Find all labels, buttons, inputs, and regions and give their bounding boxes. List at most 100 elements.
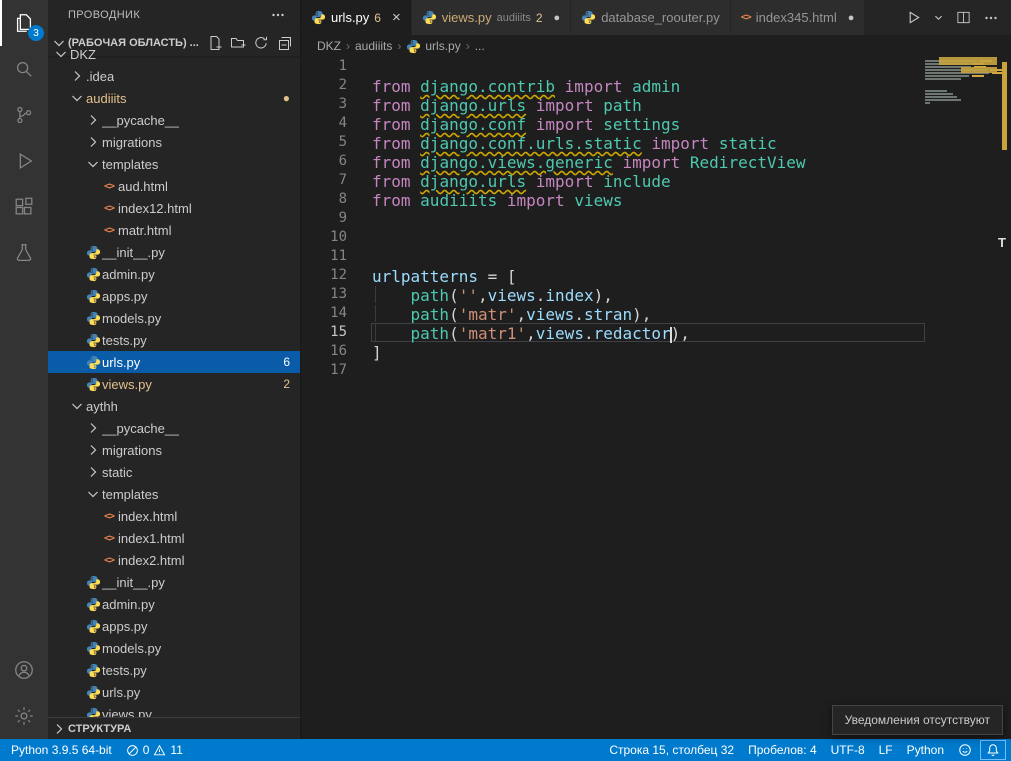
run-dropdown[interactable] <box>933 12 944 23</box>
line-number[interactable]: 1 <box>301 57 347 76</box>
line-number[interactable]: 10 <box>301 228 347 247</box>
tab-database_roouter.py[interactable]: database_roouter.py <box>571 0 731 35</box>
code-line[interactable]: 16] <box>301 342 1011 361</box>
tree-item-migrations[interactable]: migrations <box>48 131 300 153</box>
line-number[interactable]: 8 <box>301 190 347 209</box>
tree-item-urls.py[interactable]: urls.py6 <box>48 351 300 373</box>
notifications-bell-button[interactable] <box>979 739 1007 761</box>
line-number[interactable]: 12 <box>301 266 347 285</box>
tree-item-DKZ[interactable]: DKZ <box>48 43 300 65</box>
tree-item-label: index2.html <box>118 553 184 568</box>
encoding-status[interactable]: UTF-8 <box>824 739 872 761</box>
line-number[interactable]: 9 <box>301 209 347 228</box>
code-line[interactable]: 12urlpatterns = [ <box>301 266 1011 285</box>
scrollbar[interactable]: T <box>997 57 1011 739</box>
python-interpreter[interactable]: Python 3.9.5 64-bit <box>4 739 119 761</box>
line-number[interactable]: 11 <box>301 247 347 266</box>
code-line[interactable]: 1 <box>301 57 1011 76</box>
code-line[interactable]: 11 <box>301 247 1011 266</box>
minimap[interactable] <box>925 57 997 739</box>
line-number[interactable]: 15 <box>301 323 347 342</box>
activity-item-manage[interactable] <box>0 693 48 739</box>
explorer-more-actions-button[interactable] <box>270 7 286 23</box>
line-number[interactable]: 4 <box>301 114 347 133</box>
code-line[interactable]: 17 <box>301 361 1011 380</box>
run-button[interactable] <box>906 10 921 25</box>
line-number[interactable]: 16 <box>301 342 347 361</box>
tree-item-index.html[interactable]: <>index.html <box>48 505 300 527</box>
feedback-button[interactable] <box>951 739 979 761</box>
code-line[interactable]: 10 <box>301 228 1011 247</box>
breadcrumb-item-DKZ[interactable]: DKZ <box>317 39 341 53</box>
tree-item-__init__.py[interactable]: __init__.py <box>48 571 300 593</box>
activity-item-source-control[interactable] <box>0 92 48 138</box>
activity-item-search[interactable] <box>0 46 48 92</box>
tree-item-index12.html[interactable]: <>index12.html <box>48 197 300 219</box>
tree-item-apps.py[interactable]: apps.py <box>48 615 300 637</box>
activity-item-explorer[interactable]: 3 <box>0 0 48 46</box>
tree-item-aythh[interactable]: aythh <box>48 395 300 417</box>
line-number[interactable]: 17 <box>301 361 347 380</box>
tree-item-models.py[interactable]: models.py <box>48 307 300 329</box>
tree-item-__pycache__[interactable]: __pycache__ <box>48 417 300 439</box>
line-number[interactable]: 14 <box>301 304 347 323</box>
tree-item-matr.html[interactable]: <>matr.html <box>48 219 300 241</box>
line-number[interactable]: 13 <box>301 285 347 304</box>
line-number[interactable]: 6 <box>301 152 347 171</box>
tree-item-__init__.py[interactable]: __init__.py <box>48 241 300 263</box>
code-line[interactable]: 2from django.contrib import admin <box>301 76 1011 95</box>
tree-item-templates[interactable]: templates <box>48 153 300 175</box>
split-editor-button[interactable] <box>956 10 971 25</box>
tree-item-admin.py[interactable]: admin.py <box>48 593 300 615</box>
code-line[interactable]: 6from django.views.generic import Redire… <box>301 152 1011 171</box>
tree-item-tests.py[interactable]: tests.py <box>48 659 300 681</box>
tree-item-models.py[interactable]: models.py <box>48 637 300 659</box>
breadcrumb-item-audiiits[interactable]: audiiits <box>355 39 392 53</box>
tree-item-audiiits[interactable]: audiiits● <box>48 87 300 109</box>
tree-item-views.py[interactable]: views.py2 <box>48 373 300 395</box>
breadcrumb-item-...[interactable]: ... <box>475 39 485 53</box>
close-tab-button[interactable]: × <box>392 9 401 26</box>
code-line[interactable]: 15 path('matr1',views.redactor), <box>301 323 1011 342</box>
code-line[interactable]: 5from django.conf.urls.static import sta… <box>301 133 1011 152</box>
code-line[interactable]: 14 path('matr',views.stran), <box>301 304 1011 323</box>
code-editor[interactable]: 12from django.contrib import admin3from … <box>301 57 1011 739</box>
cursor-position-status[interactable]: Строка 15, столбец 32 <box>602 739 741 761</box>
activity-item-run-and-debug[interactable] <box>0 138 48 184</box>
code-line[interactable]: 3from django.urls import path <box>301 95 1011 114</box>
tree-item-templates[interactable]: templates <box>48 483 300 505</box>
code-line[interactable]: 9 <box>301 209 1011 228</box>
code-line[interactable]: 8from audiiits import views <box>301 190 1011 209</box>
problems-status[interactable]: 011 <box>119 739 190 761</box>
more-actions-button[interactable] <box>983 10 999 26</box>
tree-item-urls.py[interactable]: urls.py <box>48 681 300 703</box>
tree-item-tests.py[interactable]: tests.py <box>48 329 300 351</box>
line-number[interactable]: 7 <box>301 171 347 190</box>
eol-status[interactable]: LF <box>872 739 900 761</box>
tab-index345.html[interactable]: <>index345.html● <box>731 0 866 35</box>
line-number[interactable]: 2 <box>301 76 347 95</box>
tree-item-static[interactable]: static <box>48 461 300 483</box>
tree-item-migrations[interactable]: migrations <box>48 439 300 461</box>
breadcrumb-item-urls.py[interactable]: urls.py <box>406 39 460 54</box>
tree-item-__pycache__[interactable]: __pycache__ <box>48 109 300 131</box>
tree-item-aud.html[interactable]: <>aud.html <box>48 175 300 197</box>
line-number[interactable]: 5 <box>301 133 347 152</box>
outline-section-header[interactable]: СТРУКТУРА <box>48 717 300 739</box>
code-line[interactable]: 13 path('',views.index), <box>301 285 1011 304</box>
language-mode-status[interactable]: Python <box>900 739 951 761</box>
activity-item-testing[interactable] <box>0 230 48 276</box>
tree-item-.idea[interactable]: .idea <box>48 65 300 87</box>
tree-item-admin.py[interactable]: admin.py <box>48 263 300 285</box>
tree-item-index1.html[interactable]: <>index1.html <box>48 527 300 549</box>
tree-item-index2.html[interactable]: <>index2.html <box>48 549 300 571</box>
code-line[interactable]: 7from django.urls import include <box>301 171 1011 190</box>
line-number[interactable]: 3 <box>301 95 347 114</box>
tree-item-apps.py[interactable]: apps.py <box>48 285 300 307</box>
tab-urls.py[interactable]: urls.py6× <box>301 0 412 35</box>
tab-views.py[interactable]: views.pyaudiiits2● <box>412 0 571 35</box>
code-line[interactable]: 4from django.conf import settings <box>301 114 1011 133</box>
activity-item-accounts[interactable] <box>0 647 48 693</box>
activity-item-extensions[interactable] <box>0 184 48 230</box>
indentation-status[interactable]: Пробелов: 4 <box>741 739 824 761</box>
